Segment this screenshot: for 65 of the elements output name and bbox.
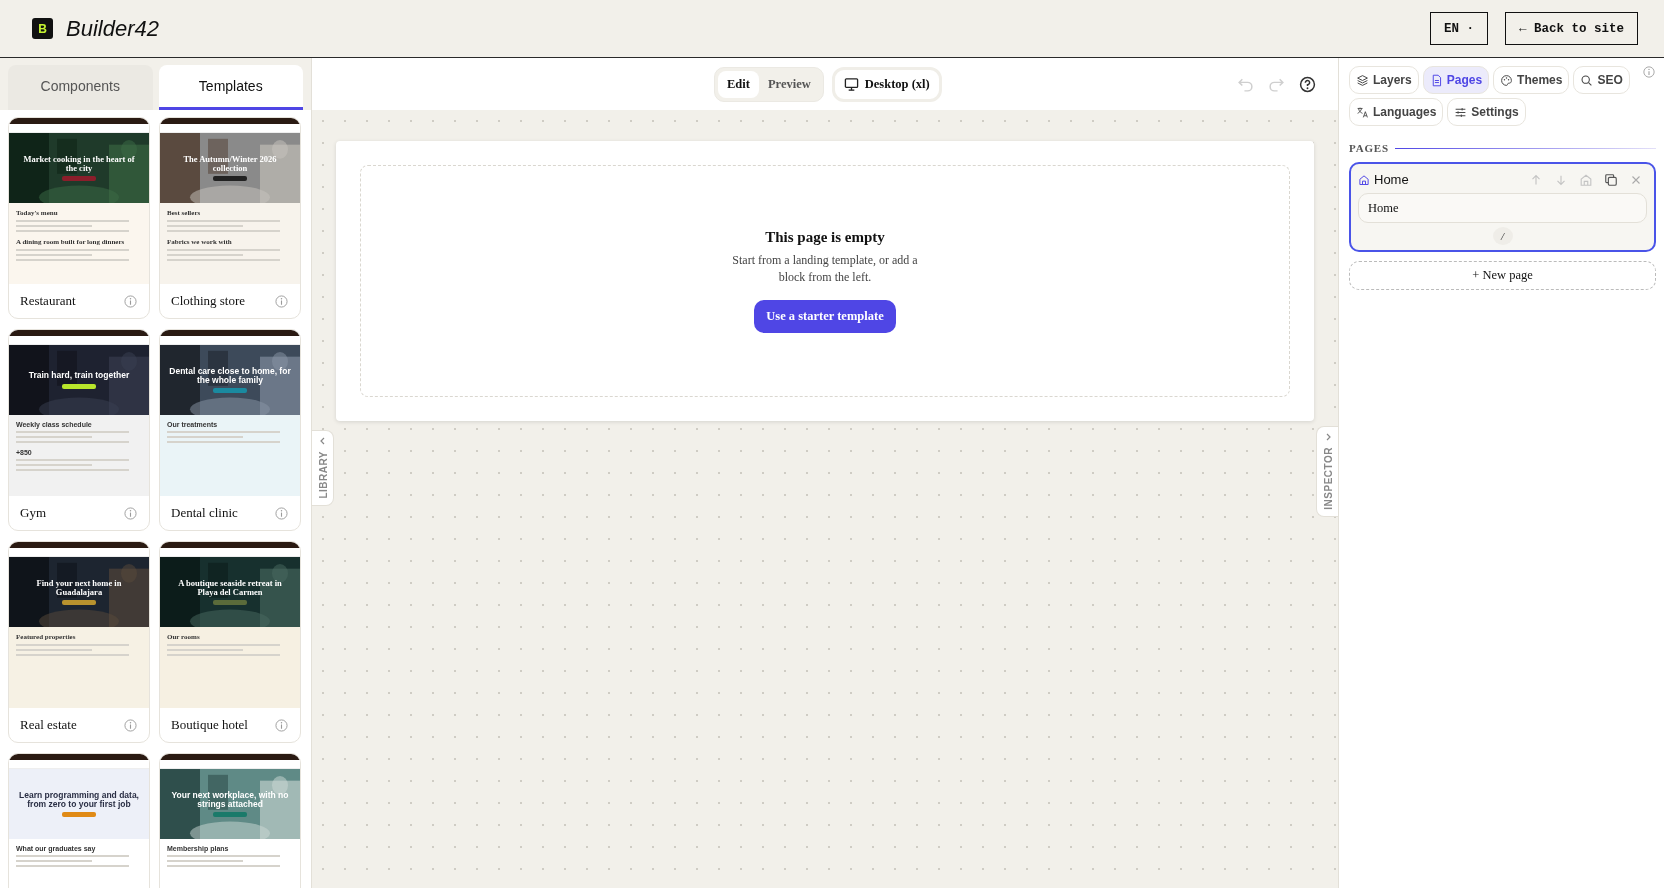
library-toggle[interactable]: LIBRARY [312,430,334,506]
chevron-left-icon [318,437,327,445]
copy-icon[interactable] [1604,172,1618,187]
starter-template-button[interactable]: Use a starter template [754,300,896,334]
device-button[interactable]: Desktop (xl) [831,66,942,102]
logo-icon: B [32,18,53,39]
help-icon[interactable] [1299,75,1316,93]
preview-button [62,812,96,818]
preview-headline: Learn programming and data, from zero to your first job [18,790,140,809]
preview-button [62,600,96,606]
empty-message: Start from a landing template, or add a block from the left. [731,251,919,286]
sliders-icon [1454,105,1468,119]
info-icon[interactable] [275,718,288,732]
palette-icon [1500,73,1514,87]
new-page-button[interactable]: + New page [1349,261,1656,290]
mode-tab[interactable]: Preview [758,70,820,98]
inspector-toggle[interactable]: INSPECTOR [1316,426,1338,517]
inspector-tab[interactable]: Languages [1349,98,1444,126]
template-name: Clothing store [171,293,246,309]
preview-button [213,388,247,394]
info-icon[interactable] [124,294,137,308]
search-icon [1580,73,1594,87]
info-icon[interactable] [124,718,137,732]
preview-button [213,600,247,606]
translate-icon [1356,105,1369,119]
preview-headline: Dental care close to home, for the whole family [168,366,292,385]
page-card[interactable]: Home Home / [1349,162,1656,252]
home-icon[interactable] [1579,172,1593,187]
template-name: Dental clinic [171,505,238,521]
page-slug: / [1492,227,1513,245]
section-title: PAGES [1349,142,1389,154]
empty-title: This page is empty [765,228,885,246]
inspector-tab[interactable]: Settings [1447,98,1526,126]
info-icon[interactable] [124,506,137,520]
inspector-tab[interactable]: SEO [1573,66,1630,94]
info-icon[interactable] [1643,66,1655,78]
preview-button [62,383,96,389]
monitor-icon [843,76,859,92]
preview-button [213,812,247,818]
preview-headline: A boutique seaside retreat in Playa del Carmen [177,578,283,597]
info-icon[interactable] [275,294,288,308]
inspector-tab[interactable]: Themes [1493,66,1570,94]
info-icon[interactable] [275,506,288,520]
back-button[interactable]: ← Back to site [1504,12,1638,45]
inspector-tab[interactable]: Pages [1422,66,1490,94]
app-name: Builder42 [66,15,159,42]
template-name: Boutique hotel [171,717,248,733]
template-name: Gym [20,505,46,521]
preview-headline: Market cooking in the heart of the city [22,154,136,173]
template-name: Restaurant [20,293,76,309]
home-icon [1358,173,1370,186]
preview-headline: Train hard, train together [28,371,130,380]
preview-button [213,176,247,182]
inspector-tab[interactable]: Layers [1349,66,1419,94]
panel-tab[interactable]: Components [8,65,153,110]
layers-icon [1356,73,1369,87]
panel-tab[interactable]: Templates [158,65,303,110]
language-button[interactable]: EN · [1429,12,1488,45]
template-name: Real estate [20,717,77,733]
page-title: Home [1374,172,1409,187]
move-up-icon[interactable] [1529,172,1543,187]
mode-tab[interactable]: Edit [718,70,759,98]
preview-button [62,176,96,182]
preview-headline: Find your next home in Guadalajara [35,578,123,597]
page-name-field[interactable]: Home [1358,193,1647,223]
